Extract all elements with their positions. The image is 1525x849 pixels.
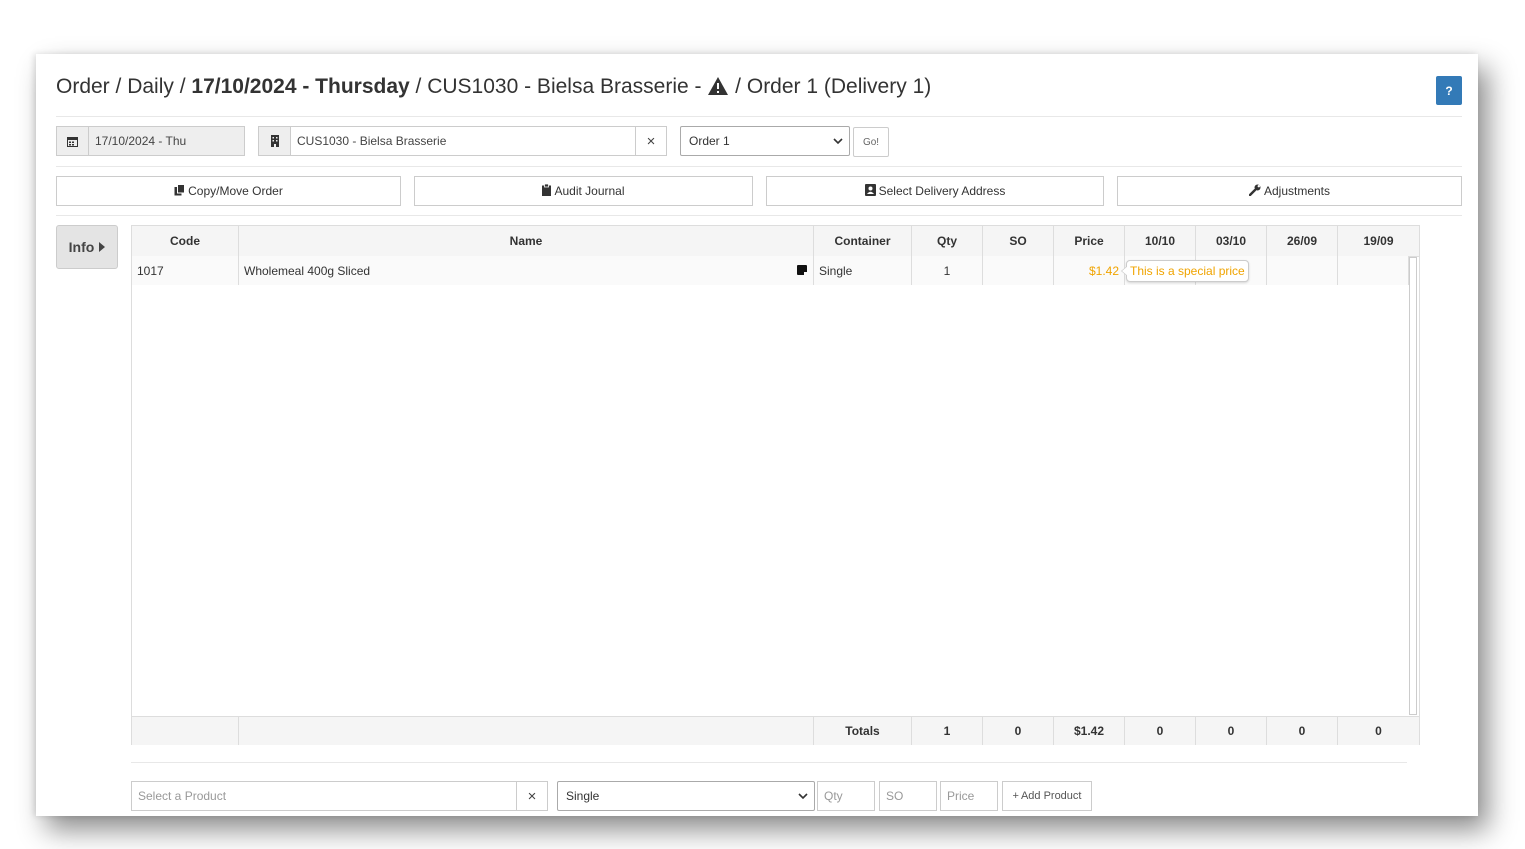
crumb-order-number: Order 1 (Delivery 1) <box>746 75 932 98</box>
divider <box>56 215 1462 216</box>
date-field[interactable]: 17/10/2024 - Thu <box>88 126 245 156</box>
adjustments-label: Adjustments <box>1263 184 1331 198</box>
customer-field[interactable]: CUS1030 - Bielsa Brasserie <box>290 126 636 156</box>
info-label: Info <box>68 239 95 255</box>
container-select[interactable]: Single <box>557 781 815 811</box>
row-so[interactable] <box>983 256 1054 285</box>
column-header-price[interactable]: Price <box>1054 226 1125 256</box>
row-history-3 <box>1267 256 1338 285</box>
crumb-customer[interactable]: CUS1030 - Bielsa Brasserie - <box>427 75 701 98</box>
copy-move-order-button[interactable]: Copy/Move Order <box>56 176 401 206</box>
grid-scrollbar[interactable] <box>1409 257 1417 715</box>
column-header-code[interactable]: Code <box>132 226 239 256</box>
row-name-cell[interactable]: Wholemeal 400g Sliced <box>239 256 814 285</box>
row-name: Wholemeal 400g Sliced <box>244 263 371 278</box>
go-button[interactable]: Go! <box>853 127 889 157</box>
note-icon[interactable] <box>797 265 807 275</box>
product-search-input[interactable]: Select a Product <box>131 781 517 811</box>
crumb-separator: / <box>173 75 192 98</box>
select-delivery-address-label: Select Delivery Address <box>878 184 1006 198</box>
crumb-daily[interactable]: Daily <box>127 75 174 98</box>
building-icon <box>258 126 291 156</box>
totals-blank <box>132 717 239 745</box>
product-clear-button[interactable]: × <box>516 781 548 811</box>
order-lines-grid: Code Name Container Qty SO Price 10/10 0… <box>131 225 1420 745</box>
order-select-value: Order 1 <box>689 134 730 148</box>
divider <box>56 116 1462 117</box>
totals-history-1: 0 <box>1125 717 1196 745</box>
column-header-so[interactable]: SO <box>983 226 1054 256</box>
row-code[interactable]: 1017 <box>132 256 239 285</box>
chevron-down-icon <box>833 134 843 148</box>
address-card-icon <box>864 183 876 199</box>
divider <box>131 762 1407 763</box>
row-history-4 <box>1338 256 1409 285</box>
totals-qty: 1 <box>912 717 983 745</box>
column-header-container[interactable]: Container <box>814 226 912 256</box>
column-header-history-1[interactable]: 10/10 <box>1125 226 1196 256</box>
select-delivery-address-button[interactable]: Select Delivery Address <box>766 176 1104 206</box>
copy-move-order-label: Copy/Move Order <box>188 184 283 198</box>
grid-header-row: Code Name Container Qty SO Price 10/10 0… <box>132 226 1419 257</box>
order-panel: Order / Daily / 17/10/2024 - Thursday / … <box>36 54 1478 816</box>
qty-input[interactable]: Qty <box>817 781 875 811</box>
audit-journal-button[interactable]: Audit Journal <box>414 176 753 206</box>
totals-label: Totals <box>814 717 912 745</box>
row-container[interactable]: Single <box>814 256 912 285</box>
info-toggle-button[interactable]: Info <box>56 225 118 269</box>
breadcrumb: Order / Daily / 17/10/2024 - Thursday / … <box>56 74 931 103</box>
row-qty[interactable]: 1 <box>912 256 983 285</box>
add-product-label: Add Product <box>1020 790 1082 802</box>
price-input[interactable]: Price <box>940 781 998 811</box>
column-header-history-4[interactable]: 19/09 <box>1338 226 1419 256</box>
column-header-name[interactable]: Name <box>239 226 814 256</box>
wrench-icon <box>1248 184 1261 199</box>
order-select[interactable]: Order 1 <box>680 126 850 156</box>
totals-history-3: 0 <box>1267 717 1338 745</box>
warning-icon[interactable] <box>707 76 729 103</box>
totals-blank <box>239 717 814 745</box>
clipboard-icon <box>542 183 552 199</box>
crumb-date: 17/10/2024 - Thursday <box>191 75 410 98</box>
caret-right-icon <box>99 239 106 255</box>
copy-icon <box>174 183 186 199</box>
help-button[interactable]: ? <box>1436 76 1462 105</box>
container-select-value: Single <box>566 789 600 803</box>
adjustments-button[interactable]: Adjustments <box>1117 176 1462 206</box>
totals-price: $1.42 <box>1054 717 1125 745</box>
totals-so: 0 <box>983 717 1054 745</box>
plus-icon: + <box>1012 790 1019 802</box>
so-input[interactable]: SO <box>879 781 937 811</box>
audit-journal-label: Audit Journal <box>554 184 625 198</box>
crumb-order[interactable]: Order <box>56 75 110 98</box>
row-price[interactable]: $1.42 <box>1054 256 1125 285</box>
customer-clear-button[interactable]: × <box>635 126 667 156</box>
grid-totals-row: Totals 1 0 $1.42 0 0 0 0 <box>132 716 1419 745</box>
crumb-separator: / <box>729 75 747 98</box>
column-header-qty[interactable]: Qty <box>912 226 983 256</box>
crumb-separator: / <box>109 75 128 98</box>
totals-history-2: 0 <box>1196 717 1267 745</box>
special-price-tooltip: This is a special price <box>1121 260 1249 282</box>
totals-history-4: 0 <box>1375 724 1382 738</box>
add-product-button[interactable]: + Add Product <box>1002 781 1092 811</box>
column-header-history-3[interactable]: 26/09 <box>1267 226 1338 256</box>
crumb-separator: / <box>409 75 428 98</box>
divider <box>56 166 1462 167</box>
column-header-history-2[interactable]: 03/10 <box>1196 226 1267 256</box>
calendar-icon[interactable] <box>56 126 89 156</box>
chevron-down-icon <box>798 789 808 803</box>
